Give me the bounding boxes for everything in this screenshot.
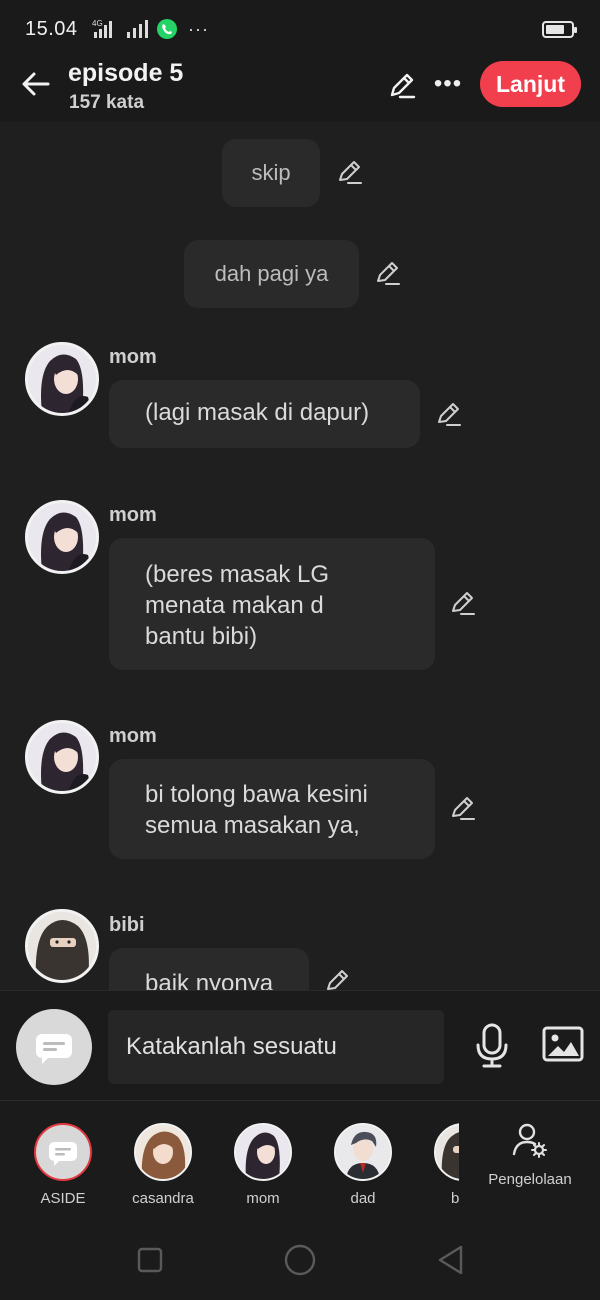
character-name: dad [350,1190,376,1207]
message-text: (lagi masak di dapur) [145,399,370,426]
mom-avatar [234,1123,292,1181]
dad-portrait-icon [336,1125,390,1179]
character-casandra[interactable]: casandra [119,1123,207,1207]
back-arrow-icon[interactable] [18,66,54,102]
avatar-mom[interactable] [25,342,99,416]
composer-bar [0,990,600,1100]
edit-message-icon[interactable] [324,967,352,990]
message-bubble[interactable]: (lagi masak di dapur) [109,380,420,448]
message-bubble[interactable]: bi tolong bawa kesini semua masakan ya, [109,759,435,859]
signal-icon [127,20,148,38]
manage-label: Pengelolaan [488,1171,572,1188]
page-title: episode 5 [68,59,184,87]
character-name: mom [246,1190,280,1207]
system-nav-bar [0,1220,600,1300]
message-type-button[interactable] [16,1009,92,1085]
message-line: bi tolong bawa kesini [145,781,368,808]
bibi-portrait-icon [28,912,96,980]
image-icon[interactable] [542,1026,584,1062]
casandra-avatar [134,1123,192,1181]
message-input[interactable] [108,1010,444,1084]
character-name: ASIDE [40,1190,86,1207]
avatar-mom[interactable] [25,720,99,794]
narration-text: dah pagi ya [214,261,329,286]
edit-title-icon[interactable] [386,69,418,101]
speaker-name: mom [109,504,157,526]
avatar-mom[interactable] [25,500,99,574]
character-mom[interactable]: mom [219,1123,307,1207]
character-name: b [451,1190,459,1207]
dad-avatar [334,1123,392,1181]
speaker-name: mom [109,346,157,368]
more-dots-icon: ··· [188,18,209,39]
status-time: 15.04 [25,18,78,40]
edit-message-icon[interactable] [435,400,463,428]
whatsapp-icon [157,19,177,39]
back-nav-icon[interactable] [436,1244,464,1276]
chat-bubble-icon [49,1142,77,1166]
message-line: bantu bibi) [145,623,258,650]
avatar-bibi[interactable] [25,909,99,983]
word-count: 157 kata [69,92,145,113]
message-text: baik nyonya [145,970,274,990]
microphone-icon[interactable] [474,1023,510,1069]
mom-portrait-icon [28,503,96,571]
chat-bubble-icon [36,1034,72,1064]
message-line: menata makan d [145,592,324,619]
casandra-portrait-icon [136,1125,190,1179]
recent-apps-icon[interactable] [137,1247,163,1273]
narration-bubble[interactable]: skip [222,139,320,207]
manage-characters-button[interactable]: Pengelolaan [480,1120,580,1188]
edit-message-icon[interactable] [449,589,477,617]
mom-portrait-icon [28,723,96,791]
user-settings-icon [512,1123,547,1158]
message-line: semua masakan ya, [145,812,360,839]
chat-area[interactable]: skip dah pagi ya mom (lagi masak di dapu… [0,122,600,990]
character-b[interactable]: b [419,1123,459,1207]
next-button[interactable]: Lanjut [480,61,581,107]
edit-message-icon[interactable] [449,794,477,822]
more-options-icon[interactable]: ••• [432,70,464,98]
message-line: (beres masak LG [145,561,330,588]
character-name: casandra [132,1190,194,1207]
character-aside[interactable]: ASIDE [19,1123,107,1207]
app-header: episode 5 157 kata ••• Lanjut [0,58,600,122]
edit-message-icon[interactable] [374,259,402,287]
signal-4g-icon: 4G [92,19,112,38]
network-label: 4G [92,19,103,28]
b-avatar [434,1123,459,1181]
aside-avatar [34,1123,92,1181]
home-icon[interactable] [284,1244,316,1276]
message-bubble[interactable]: baik nyonya [109,948,309,990]
b-portrait-icon [436,1125,459,1179]
narration-bubble[interactable]: dah pagi ya [184,240,359,308]
mom-portrait-icon [28,345,96,413]
battery-icon [542,21,577,38]
speaker-name: bibi [109,914,145,936]
narration-text: skip [251,160,291,185]
status-icons: 4G ··· [92,18,209,40]
speaker-name: mom [109,725,157,747]
character-dad[interactable]: dad [319,1123,407,1207]
edit-message-icon[interactable] [336,158,364,186]
battery-level [546,25,564,34]
mom-portrait-icon [236,1125,290,1179]
message-bubble[interactable]: (beres masak LG menata makan d bantu bib… [109,538,435,670]
status-bar: 15.04 4G ··· [0,0,600,58]
